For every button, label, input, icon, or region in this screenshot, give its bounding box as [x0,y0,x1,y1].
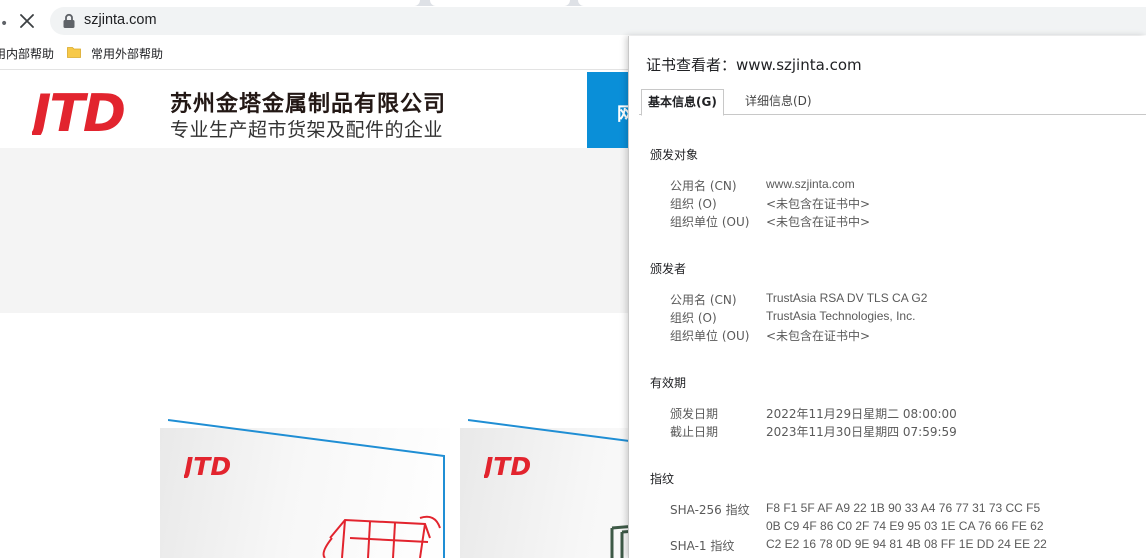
field-label: SHA-256 指纹 [670,503,750,517]
back-button-partial[interactable]: • [0,16,8,32]
jtd-logo-small: JTD [484,452,531,478]
url-text[interactable]: szjinta.com [84,12,157,28]
tab-general[interactable]: 基本信息(G) [641,89,724,116]
field-value: 2023年11月30日星期四 07:59:59 [766,425,957,439]
field-label: 组织 (O) [670,311,717,325]
section-issued-to: 颁发对象 [650,148,699,162]
sha1-value-line-1: C2 E2 16 78 0D 9E 94 81 4B 08 FF 1E DD 2… [766,537,1047,551]
sha256-value-line-1: F8 F1 5F AF A9 22 1B 90 33 A4 76 77 31 7… [766,501,1041,515]
lock-icon[interactable] [62,13,76,29]
bookmark-internal-help[interactable]: 用内部帮助 [0,45,54,62]
certificate-viewer-dialog: 证书查看者：www.szjinta.com 基本信息(G) 详细信息(D) 颁发… [628,36,1146,558]
address-bar[interactable] [50,7,1146,35]
field-label: 截止日期 [670,425,719,439]
field-value: <未包含在证书中> [766,197,871,211]
section-validity: 有效期 [650,376,687,390]
stop-loading-button[interactable] [14,9,40,33]
browser-toolbar: • szjinta.com [0,6,1146,36]
field-value: TrustAsia Technologies, Inc. [766,309,916,323]
sha256-value-line-2: 0B C9 4F 86 C0 2F 74 E9 95 03 1E CA 76 6… [766,519,1044,533]
jtd-logo-small: JTD [184,452,231,478]
company-name: 苏州金塔金属制品有限公司 [170,92,447,117]
shopping-cart-image [322,515,441,558]
field-label: 组织 (O) [670,197,717,211]
close-icon [20,14,34,28]
folder-icon [67,47,81,58]
field-value: <未包含在证书中> [766,329,871,343]
company-slogan: 专业生产超市货架及配件的企业 [170,119,444,141]
field-label: 组织单位 (OU) [670,215,750,229]
product-card[interactable]: JTD [160,418,450,558]
section-issued-by: 颁发者 [650,262,687,276]
svg-text:JTD: JTD [184,452,231,478]
field-label: 颁发日期 [670,407,719,421]
banner-area [0,148,640,313]
svg-text:JTD: JTD [484,452,531,478]
jtd-logo[interactable]: JTD [32,85,142,135]
field-value: <未包含在证书中> [766,215,871,229]
field-label: SHA-1 指纹 [670,539,735,553]
svg-text:JTD: JTD [32,85,124,135]
bookmark-external-help[interactable]: 常用外部帮助 [91,45,163,62]
field-value: www.szjinta.com [766,177,855,191]
field-value: 2022年11月29日星期二 08:00:00 [766,407,957,421]
cert-tab-bar: 基本信息(G) 详细信息(D) [639,89,1146,116]
field-label: 组织单位 (OU) [670,329,750,343]
field-value: TrustAsia RSA DV TLS CA G2 [766,291,928,305]
tab-details[interactable]: 详细信息(D) [739,89,818,116]
field-label: 公用名 (CN) [670,179,737,193]
section-fingerprints: 指纹 [650,472,675,486]
field-label: 公用名 (CN) [670,293,737,307]
dialog-title: 证书查看者：www.szjinta.com [646,56,862,74]
